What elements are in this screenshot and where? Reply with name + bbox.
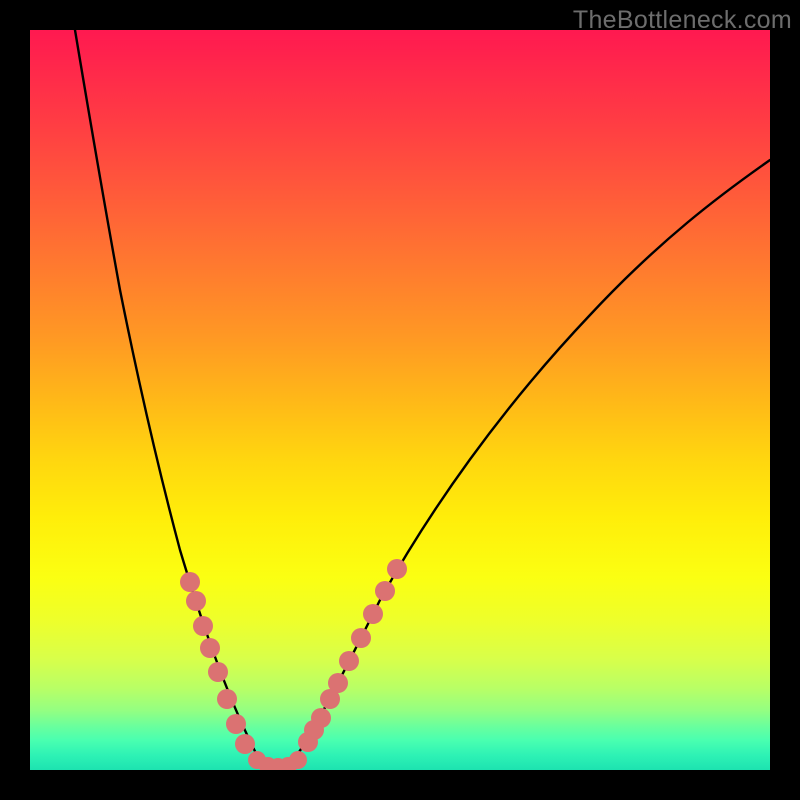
watermark-text: TheBottleneck.com	[573, 6, 792, 35]
bead-point	[339, 651, 359, 671]
bead-point	[235, 734, 255, 754]
bead-point	[387, 559, 407, 579]
bead-point	[351, 628, 371, 648]
bead-point	[226, 714, 246, 734]
bead-point	[193, 616, 213, 636]
curve-right	[290, 160, 770, 765]
curve-left	[75, 30, 262, 765]
bead-point	[180, 572, 200, 592]
bead-point	[328, 673, 348, 693]
bead-group	[180, 559, 407, 770]
plot-area	[30, 30, 770, 770]
bead-point	[208, 662, 228, 682]
bead-point	[363, 604, 383, 624]
chart-svg	[30, 30, 770, 770]
bead-point	[217, 689, 237, 709]
bead-point	[311, 708, 331, 728]
bead-point	[289, 751, 307, 769]
bead-point	[375, 581, 395, 601]
bead-point	[200, 638, 220, 658]
bead-point	[186, 591, 206, 611]
chart-frame: TheBottleneck.com	[0, 0, 800, 800]
